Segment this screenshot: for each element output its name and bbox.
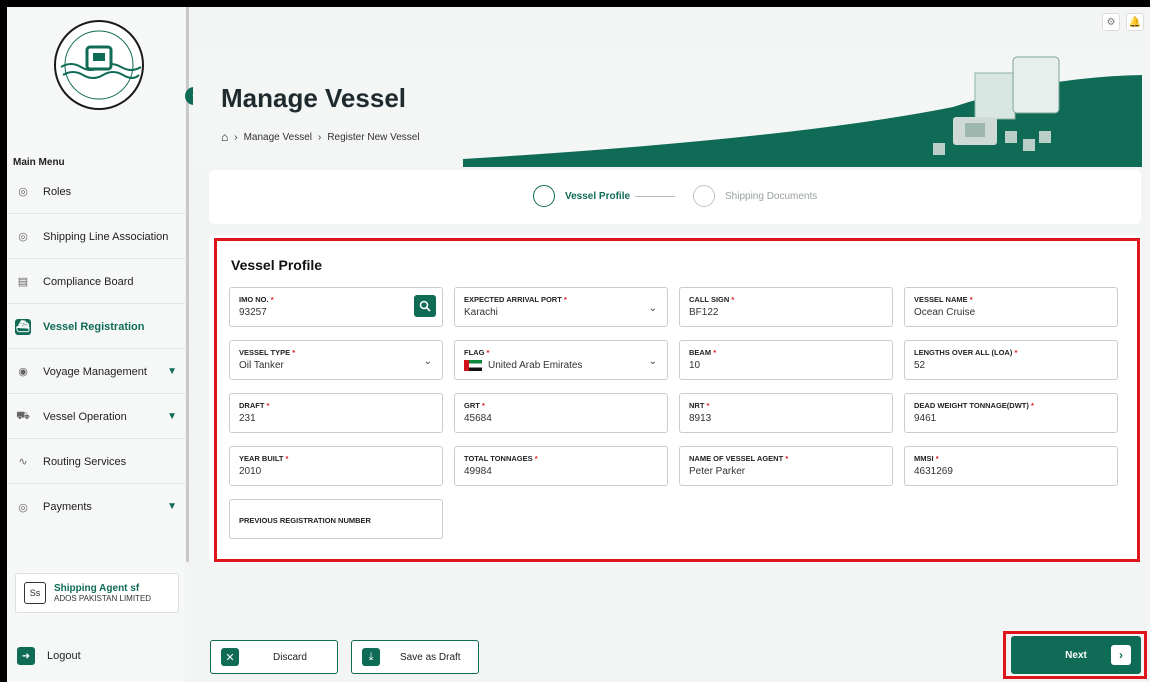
next-label: Next — [1065, 649, 1087, 661]
step-label: Shipping Documents — [725, 190, 818, 202]
payments-icon: ◎ — [18, 501, 28, 514]
sidebar-item-shipping-line-association[interactable]: ◎ Shipping Line Association — [7, 215, 185, 259]
voyage-icon: ◉ — [18, 366, 28, 378]
agent-name: Shipping Agent sf — [54, 583, 140, 594]
notification-bell-icon[interactable]: 🔔 — [1126, 13, 1144, 31]
sidebar-item-label: Vessel Operation — [43, 410, 127, 423]
sidebar-item-vessel-operation[interactable]: ⛟ Vessel Operation ▼ — [7, 395, 185, 439]
save-as-draft-button[interactable]: ⤓ Save as Draft — [351, 640, 479, 674]
form-highlight-box — [214, 238, 1140, 562]
chevron-right-icon: › — [1111, 645, 1131, 665]
chevron-down-icon: ▼ — [167, 366, 177, 377]
route-icon: ∿ — [18, 456, 28, 468]
next-button[interactable]: Next › — [1011, 636, 1141, 674]
step-shipping-documents[interactable]: Shipping Documents — [693, 185, 817, 207]
roles-icon: ◎ — [18, 186, 28, 198]
document-icon: ▤ — [17, 276, 29, 288]
step-indicator-icon — [533, 185, 555, 207]
agent-profile-card[interactable]: Ss Shipping Agent sf ADOS PAKISTAN LIMIT… — [15, 573, 179, 613]
association-icon: ◎ — [18, 231, 28, 243]
save-draft-label: Save as Draft — [400, 651, 461, 663]
discard-label: Discard — [273, 651, 307, 663]
agent-organization: ADOS PAKISTAN LIMITED — [54, 594, 152, 603]
breadcrumb-item-register-new-vessel: Register New Vessel — [327, 131, 420, 143]
ship-icon: ⛴ — [15, 318, 31, 335]
form-stepper: Vessel Profile Shipping Documents — [209, 170, 1141, 224]
sidebar-item-payments[interactable]: ◎ Payments ▼ — [7, 485, 185, 529]
sidebar-item-vessel-registration[interactable]: ⛴ Vessel Registration — [7, 305, 185, 349]
sidebar-item-label: Vessel Registration — [43, 320, 145, 333]
sidebar-item-label: Roles — [43, 185, 72, 198]
logout-button[interactable]: ➜ Logout — [17, 647, 81, 665]
logout-label: Logout — [47, 650, 81, 662]
settings-icon[interactable]: ⚙ — [1102, 13, 1120, 31]
step-connector — [635, 196, 675, 197]
logout-icon: ➜ — [17, 647, 35, 665]
main-menu-title: Main Menu — [13, 157, 65, 168]
sidebar-item-label: Routing Services — [43, 455, 127, 468]
sidebar-item-compliance-board[interactable]: ▤ Compliance Board — [7, 260, 185, 304]
sidebar: Main Menu ◎ Roles ◎ Shipping Line Associ… — [7, 7, 185, 682]
page-title: Manage Vessel — [221, 83, 406, 113]
close-icon: ✕ — [221, 648, 239, 666]
breadcrumb-separator-icon: › — [234, 131, 238, 143]
sidebar-item-label: Shipping Line Association — [43, 230, 169, 243]
avatar: Ss — [24, 582, 46, 604]
sidebar-item-label: Payments — [43, 501, 92, 513]
chevron-down-icon: ▼ — [167, 411, 177, 422]
operation-icon: ⛟ — [16, 409, 30, 422]
breadcrumb-separator-icon: › — [317, 131, 322, 143]
breadcrumb-item-manage-vessel[interactable]: Manage Vessel — [244, 132, 312, 143]
sidebar-item-roles[interactable]: ◎ Roles — [7, 170, 185, 214]
breadcrumb: ⌂ › Manage Vessel › Register New Vessel — [221, 130, 420, 144]
step-label: Vessel Profile — [565, 190, 631, 202]
sidebar-item-routing-services[interactable]: ∿ Routing Services — [7, 440, 185, 484]
save-draft-icon: ⤓ — [362, 648, 380, 666]
app-window: Main Menu ◎ Roles ◎ Shipping Line Associ… — [7, 7, 1150, 682]
home-icon[interactable]: ⌂ — [221, 130, 228, 144]
step-indicator-icon — [693, 185, 715, 207]
sidebar-item-label: Compliance Board — [43, 275, 134, 288]
sidebar-item-voyage-management[interactable]: ◉ Voyage Management ▼ — [7, 350, 185, 394]
discard-button[interactable]: ✕ Discard — [210, 640, 338, 674]
top-toolbar: ⚙ 🔔 — [1102, 13, 1144, 31]
chevron-down-icon: ▼ — [167, 501, 177, 512]
page-header-banner: Manage Vessel ⌂ › Manage Vessel › Regist… — [193, 47, 1142, 167]
step-vessel-profile[interactable]: Vessel Profile — [533, 185, 630, 207]
portverse-logo — [54, 20, 144, 110]
sidebar-item-label: Voyage Management — [43, 365, 147, 378]
